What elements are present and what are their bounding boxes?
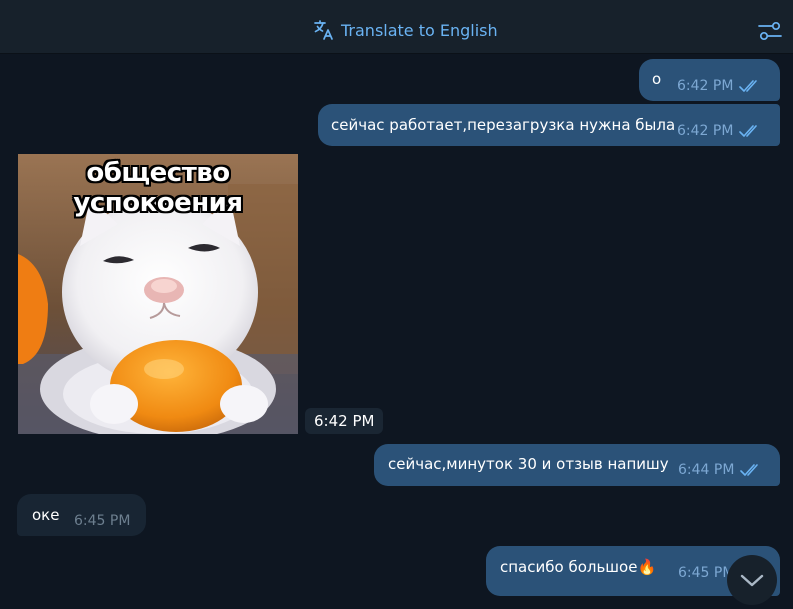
message-bubble[interactable]: о 6:42 PM: [639, 59, 780, 101]
message-time: 6:44 PM: [678, 462, 735, 478]
message-meta: 6:45 PM: [74, 511, 130, 531]
scroll-down-button[interactable]: [727, 555, 777, 605]
settings-sliders-icon[interactable]: [757, 19, 783, 43]
translate-icon: [313, 19, 335, 41]
message-text: оке: [32, 506, 60, 524]
message-bubble[interactable]: сейчас,минуток 30 и отзыв напишу 6:44 PM: [374, 444, 780, 486]
cat-sticker[interactable]: общество успокоения: [18, 154, 298, 434]
double-check-icon: [740, 464, 759, 476]
sticker-caption: общество успокоения: [73, 158, 243, 218]
message-time: 6:45 PM: [74, 513, 131, 529]
fire-emoji: 🔥: [637, 558, 657, 576]
double-check-icon: [739, 80, 758, 92]
message-text: спасибо большое🔥: [500, 557, 656, 577]
message-time: 6:42 PM: [677, 123, 734, 139]
message-meta: 6:42 PM: [677, 121, 761, 141]
message-text: о: [652, 70, 662, 88]
message-text: сейчас работает,перезагрузка нужна была: [331, 116, 676, 134]
message-text-content: спасибо большое: [500, 558, 638, 576]
sticker-time: 6:42 PM: [305, 408, 384, 434]
chevron-down-icon: [740, 574, 764, 587]
message-bubble[interactable]: оке 6:45 PM: [17, 494, 146, 536]
message-meta: 6:42 PM: [677, 76, 761, 96]
message-bubble[interactable]: сейчас работает,перезагрузка нужна была …: [318, 104, 780, 146]
message-text: сейчас,минуток 30 и отзыв напишу: [388, 455, 669, 473]
message-time: 6:42 PM: [677, 78, 734, 94]
translate-label: Translate to English: [341, 20, 498, 40]
message-meta: 6:44 PM: [678, 460, 762, 480]
message-meta: 6:45 PM: [678, 563, 734, 583]
chat-header: Translate to English: [0, 0, 793, 54]
double-check-icon: [739, 125, 758, 137]
translate-button[interactable]: Translate to English: [313, 18, 498, 42]
message-time: 6:45 PM: [678, 565, 735, 581]
